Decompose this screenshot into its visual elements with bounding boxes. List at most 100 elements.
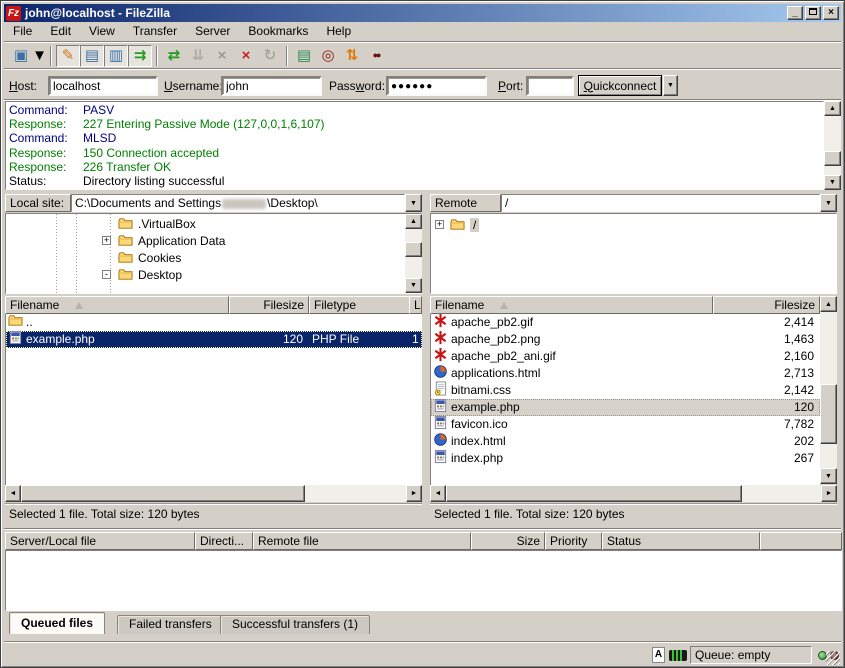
folder-icon — [118, 233, 133, 248]
file-row-apache-pb2-gif[interactable]: apache_pb2.gif2,414 — [431, 314, 820, 331]
file-row-apache-pb2-png[interactable]: apache_pb2.png1,463 — [431, 331, 820, 348]
toggle-local-tree-button[interactable]: ▤ — [80, 45, 104, 67]
process-queue-button[interactable]: ⇊ — [186, 45, 210, 67]
quickconnect-dropdown-icon[interactable]: ▼ — [663, 75, 678, 96]
cancel-button[interactable]: × — [210, 45, 234, 67]
disconnect-button[interactable]: × — [234, 45, 258, 67]
message-log-scrollbar[interactable]: ▲ ▼ — [824, 101, 841, 190]
scroll-left-button[interactable]: ◄ — [430, 485, 446, 502]
local-site-path-combo[interactable]: C:\Documents and Settings\Desktop\ — [71, 194, 405, 212]
tree-item-root[interactable]: +/ — [431, 217, 836, 233]
file-row-example-php[interactable]: example.php120 — [431, 399, 820, 416]
remote-list-hscrollbar[interactable]: ◄ ► — [430, 485, 837, 502]
scrollbar-thumb[interactable] — [820, 384, 837, 444]
directory-comparison-button[interactable]: ◎ — [316, 45, 340, 67]
queue-column-blank[interactable] — [760, 532, 842, 550]
synchronized-browsing-button[interactable]: ⇅ — [340, 45, 364, 67]
site-manager-button[interactable]: ▣ — [9, 45, 33, 67]
toggle-remote-tree-button[interactable]: ▥ — [104, 45, 128, 67]
minimize-button[interactable]: _ — [787, 6, 803, 20]
tree-item-cookies[interactable]: Cookies — [6, 250, 421, 266]
tab-failed-transfers[interactable]: Failed transfers — [117, 615, 224, 634]
local-list-hscrollbar[interactable]: ◄ ► — [5, 485, 422, 502]
file-row-bitnami-css[interactable]: bitnami.css2,142 — [431, 382, 820, 399]
menu-edit[interactable]: Edit — [41, 22, 80, 41]
queue-column-server-local-file[interactable]: Server/Local file — [5, 532, 195, 550]
scroll-right-button[interactable]: ► — [406, 485, 422, 502]
username-input[interactable] — [221, 76, 322, 96]
menu-help[interactable]: Help — [317, 22, 360, 41]
find-files-icon: ●● — [373, 48, 380, 63]
column-header-l[interactable]: L — [409, 296, 422, 314]
tree-expander-icon[interactable]: - — [102, 270, 111, 279]
scrollbar-thumb[interactable] — [21, 485, 305, 502]
scroll-right-button[interactable]: ► — [821, 485, 837, 502]
queue-column-priority[interactable]: Priority — [545, 532, 602, 550]
scroll-down-button[interactable]: ▼ — [820, 468, 837, 484]
file-row-favicon-ico[interactable]: favicon.ico7,782 — [431, 416, 820, 433]
file-row-index-php[interactable]: index.php267 — [431, 450, 820, 467]
filezilla-app-icon: Fz — [6, 6, 21, 21]
scroll-down-button[interactable]: ▼ — [824, 175, 841, 190]
column-header-filename[interactable]: Filename — [5, 296, 229, 314]
scroll-left-button[interactable]: ◄ — [5, 485, 21, 502]
file-row-apache-pb2-ani-gif[interactable]: apache_pb2_ani.gif2,160 — [431, 348, 820, 365]
queue-column-size[interactable]: Size — [471, 532, 545, 550]
local-site-dropdown-icon[interactable]: ▼ — [405, 194, 422, 212]
reconnect-button[interactable]: ↻ — [258, 45, 282, 67]
quickconnect-button[interactable]: Quickconnect — [578, 75, 662, 96]
file-row-applications-html[interactable]: applications.html2,713 — [431, 365, 820, 382]
resize-grip[interactable] — [826, 651, 840, 665]
local-tree-scrollbar[interactable]: ▲ ▼ — [405, 214, 422, 293]
column-header-filesize[interactable]: Filesize — [713, 296, 820, 314]
tree-item-application-data[interactable]: +Application Data — [6, 233, 421, 249]
column-header-filetype[interactable]: Filetype — [309, 296, 410, 314]
php-icon — [8, 330, 23, 350]
tab-successful-transfers-1[interactable]: Successful transfers (1) — [220, 615, 370, 634]
remote-site-path-combo[interactable]: / — [501, 194, 820, 212]
host-input[interactable] — [48, 76, 158, 96]
site-manager-dropdown-button[interactable]: ▼ — [33, 45, 46, 67]
queue-splitter[interactable] — [4, 528, 841, 530]
menu-view[interactable]: View — [80, 22, 124, 41]
column-header-filesize[interactable]: Filesize — [229, 296, 309, 314]
column-header-filename[interactable]: Filename — [430, 296, 713, 314]
password-label: Password: — [329, 79, 385, 93]
scroll-up-button[interactable]: ▲ — [820, 296, 837, 312]
scroll-up-button[interactable]: ▲ — [405, 214, 422, 229]
filter-button[interactable]: ▤ — [292, 45, 316, 67]
maximize-button[interactable] — [805, 6, 821, 20]
queue-column-remote-file[interactable]: Remote file — [253, 532, 471, 550]
queue-column-directi[interactable]: Directi... — [195, 532, 253, 550]
tab-queued-files[interactable]: Queued files — [9, 612, 105, 634]
close-button[interactable]: × — [823, 6, 839, 20]
menu-server[interactable]: Server — [186, 22, 239, 41]
toggle-queue-button[interactable]: ⇉ — [128, 45, 152, 67]
tree-expander-icon[interactable]: + — [102, 236, 111, 245]
find-files-button[interactable]: ●● — [364, 45, 388, 67]
password-input[interactable] — [386, 76, 487, 96]
file-row-example-php[interactable]: example.php120PHP File1 — [6, 331, 422, 348]
scroll-up-button[interactable]: ▲ — [824, 101, 841, 116]
file-row-index-html[interactable]: index.html202 — [431, 433, 820, 450]
queue-column-status[interactable]: Status — [602, 532, 760, 550]
refresh-button[interactable]: ⇄ — [162, 45, 186, 67]
menu-file[interactable]: File — [4, 22, 41, 41]
remote-site-dropdown-icon[interactable]: ▼ — [820, 194, 837, 212]
tree-expander-icon[interactable]: + — [435, 220, 444, 229]
scroll-down-button[interactable]: ▼ — [405, 278, 422, 293]
toggle-message-log-icon: ✎ — [62, 48, 75, 63]
filename-label: bitnami.css — [451, 382, 511, 399]
file-row-blank[interactable]: .. — [6, 314, 422, 331]
toggle-message-log-button[interactable]: ✎ — [56, 45, 80, 67]
scrollbar-thumb[interactable] — [405, 242, 422, 257]
menu-transfer[interactable]: Transfer — [124, 22, 186, 41]
tree-item-desktop[interactable]: -Desktop — [6, 267, 421, 283]
port-input[interactable] — [526, 76, 574, 96]
menu-bookmarks[interactable]: Bookmarks — [239, 22, 317, 41]
filesize-cell: 1,463 — [712, 331, 819, 348]
tree-item-virtualbox[interactable]: .VirtualBox — [6, 216, 421, 232]
remote-list-scrollbar[interactable]: ▲ ▼ — [820, 296, 837, 484]
scrollbar-thumb[interactable] — [446, 485, 742, 502]
scrollbar-thumb[interactable] — [824, 151, 841, 166]
